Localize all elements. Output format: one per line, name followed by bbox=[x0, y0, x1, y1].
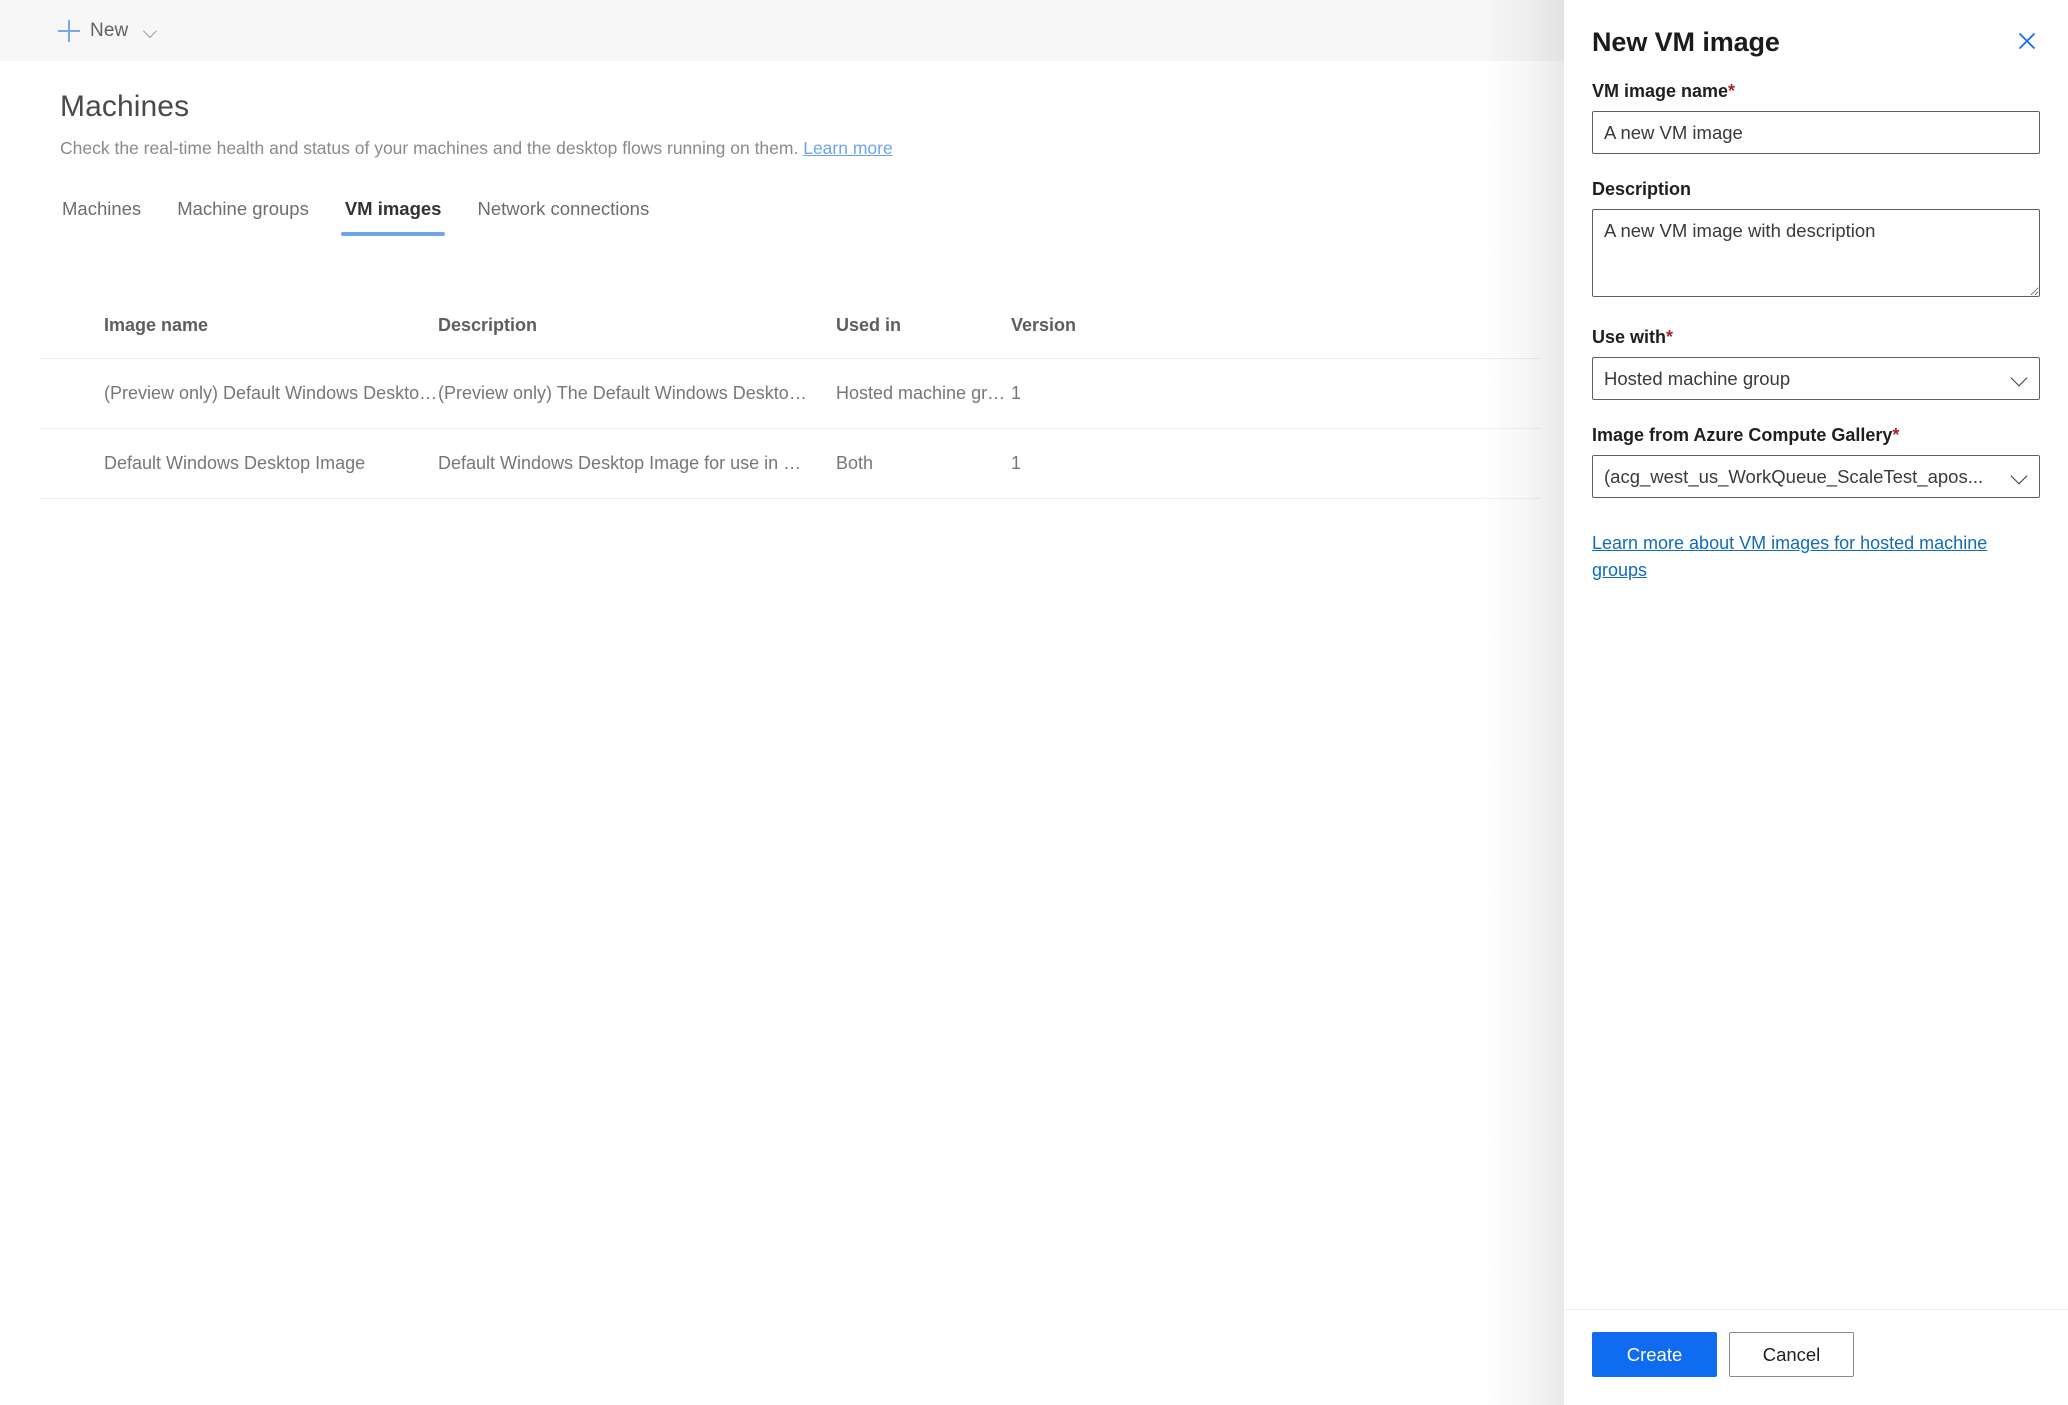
table-row[interactable]: Default Windows Desktop Image Default Wi… bbox=[40, 428, 1540, 499]
chevron-down-icon bbox=[2012, 469, 2026, 483]
learn-more-vm-images-link[interactable]: Learn more about VM images for hosted ma… bbox=[1592, 530, 2040, 584]
command-bar: New bbox=[0, 0, 1564, 61]
required-marker: * bbox=[1728, 81, 1736, 101]
cell-used-in: Hosted machine group bbox=[836, 358, 1011, 429]
vm-image-name-input[interactable] bbox=[1592, 111, 2040, 154]
column-header-used-in[interactable]: Used in bbox=[836, 292, 1011, 359]
cell-version: 1 bbox=[1011, 358, 1181, 429]
cell-description: (Preview only) The Default Windows Deskt… bbox=[438, 358, 836, 429]
label-use-with: Use with* bbox=[1592, 324, 2040, 350]
image-gallery-value: (acg_west_us_WorkQueue_ScaleTest_apos... bbox=[1604, 465, 1984, 487]
new-vm-image-panel: New VM image VM image name* Description bbox=[1564, 0, 2068, 1405]
table-header: Image name Description Used in Version bbox=[40, 292, 1540, 359]
column-header-version[interactable]: Version bbox=[1011, 292, 1181, 359]
table-body: (Preview only) Default Windows Desktop I… bbox=[40, 358, 1540, 499]
cell-spacer bbox=[1181, 428, 1540, 499]
cell-description: Default Windows Desktop Image for use in… bbox=[438, 428, 836, 499]
vm-images-table: Image name Description Used in Version (… bbox=[40, 292, 1540, 499]
column-header-image-name[interactable]: Image name bbox=[40, 292, 438, 359]
panel-header: New VM image bbox=[1564, 0, 2068, 60]
main-content-region: New Machines Check the real-time health … bbox=[0, 0, 1564, 1405]
panel-title: New VM image bbox=[1592, 27, 1780, 57]
tab-vm-images[interactable]: VM images bbox=[327, 196, 460, 236]
image-gallery-dropdown[interactable]: (acg_west_us_WorkQueue_ScaleTest_apos... bbox=[1592, 455, 2040, 498]
machines-page: New Machines Check the real-time health … bbox=[0, 0, 2068, 1405]
page-subtitle: Check the real-time health and status of… bbox=[60, 136, 1460, 160]
page-header: Machines Check the real-time health and … bbox=[60, 88, 1460, 160]
chevron-down-icon bbox=[144, 26, 158, 35]
label-image-gallery-text: Image from Azure Compute Gallery bbox=[1592, 425, 1893, 445]
field-description: Description A new VM image with descript… bbox=[1592, 176, 2040, 302]
create-button[interactable]: Create bbox=[1592, 1332, 1717, 1377]
column-header-spacer bbox=[1181, 292, 1540, 359]
use-with-dropdown[interactable]: Hosted machine group bbox=[1592, 357, 2040, 400]
panel-footer: Create Cancel bbox=[1564, 1309, 2068, 1405]
label-vm-image-name-text: VM image name bbox=[1592, 81, 1729, 101]
tab-machine-groups[interactable]: Machine groups bbox=[159, 196, 327, 236]
close-icon bbox=[2018, 32, 2036, 50]
close-button[interactable] bbox=[2010, 24, 2044, 58]
cell-spacer bbox=[1181, 358, 1540, 429]
cancel-button[interactable]: Cancel bbox=[1729, 1332, 1854, 1377]
chevron-down-icon bbox=[2012, 371, 2026, 385]
panel-body: VM image name* Description A new VM imag… bbox=[1564, 60, 2068, 1309]
column-header-description[interactable]: Description bbox=[438, 292, 836, 359]
new-button-label: New bbox=[90, 19, 129, 41]
tab-network-connections[interactable]: Network connections bbox=[459, 196, 667, 236]
required-marker: * bbox=[1666, 327, 1674, 347]
table-row[interactable]: (Preview only) Default Windows Desktop I… bbox=[40, 358, 1540, 429]
page-subtitle-text: Check the real-time health and status of… bbox=[60, 138, 799, 158]
field-use-with: Use with* Hosted machine group bbox=[1592, 324, 2040, 400]
required-marker: * bbox=[1892, 425, 1900, 445]
cell-image-name: Default Windows Desktop Image bbox=[40, 428, 438, 499]
description-textarea[interactable]: A new VM image with description bbox=[1592, 209, 2040, 297]
table-header-row: Image name Description Used in Version bbox=[40, 292, 1540, 359]
tab-list: Machines Machine groups VM images Networ… bbox=[62, 196, 667, 236]
field-image-gallery: Image from Azure Compute Gallery* (acg_w… bbox=[1592, 422, 2040, 498]
plus-icon bbox=[58, 19, 80, 42]
cell-used-in: Both bbox=[836, 428, 1011, 499]
panel-shadow-overlay bbox=[1480, 0, 1564, 1405]
page-title: Machines bbox=[60, 90, 190, 123]
cell-image-name: (Preview only) Default Windows Desktop I… bbox=[40, 358, 438, 429]
label-description-text: Description bbox=[1592, 179, 1692, 199]
label-vm-image-name: VM image name* bbox=[1592, 78, 2040, 104]
new-button[interactable]: New bbox=[52, 9, 164, 53]
cell-version: 1 bbox=[1011, 428, 1181, 499]
learn-more-link[interactable]: Learn more bbox=[803, 138, 893, 158]
tab-machines[interactable]: Machines bbox=[62, 196, 159, 236]
label-use-with-text: Use with bbox=[1592, 327, 1667, 347]
field-vm-image-name: VM image name* bbox=[1592, 78, 2040, 154]
use-with-value: Hosted machine group bbox=[1604, 367, 1791, 389]
table: Image name Description Used in Version (… bbox=[40, 292, 1540, 499]
label-image-gallery: Image from Azure Compute Gallery* bbox=[1592, 422, 2040, 448]
label-description: Description bbox=[1592, 176, 2040, 202]
